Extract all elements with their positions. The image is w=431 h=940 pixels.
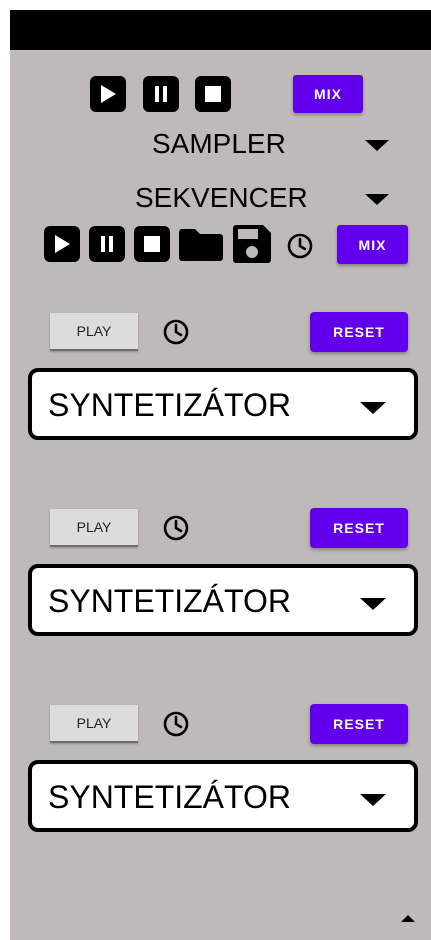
clock-icon[interactable]: [286, 232, 314, 260]
play-icon: [55, 235, 70, 253]
pause-icon: [101, 236, 113, 252]
chevron-down-icon: [360, 794, 386, 806]
synth-select-value: SYNTETIZÁTOR: [48, 583, 291, 619]
sequencer-dropdown-label: SEKVENCER: [135, 182, 308, 213]
sequencer-pause-button[interactable]: [89, 226, 125, 262]
chevron-down-icon: [365, 194, 389, 205]
synth-play-button[interactable]: PLAY: [50, 313, 138, 351]
app-window: MIX SAMPLER SEKVENCER MIX PLAY RESET SYN…: [10, 10, 431, 940]
sampler-pause-button[interactable]: [143, 76, 179, 112]
sequencer-mix-button[interactable]: MIX: [337, 225, 408, 264]
sampler-stop-button[interactable]: [195, 76, 231, 112]
synth-reset-button[interactable]: RESET: [310, 704, 408, 744]
sequencer-stop-button[interactable]: [134, 226, 170, 262]
synth-play-button[interactable]: PLAY: [50, 509, 138, 547]
synth-select[interactable]: SYNTETIZÁTOR: [28, 760, 418, 832]
sampler-dropdown-label: SAMPLER: [152, 128, 286, 159]
play-icon: [101, 85, 116, 103]
synth-select-value: SYNTETIZÁTOR: [48, 387, 291, 423]
status-bar: [10, 10, 431, 50]
stop-icon: [205, 86, 221, 102]
clock-icon[interactable]: [162, 710, 190, 738]
synth-play-button[interactable]: PLAY: [50, 705, 138, 743]
pause-icon: [155, 86, 167, 102]
scroll-up-icon[interactable]: [401, 915, 415, 922]
sampler-play-button[interactable]: [90, 76, 126, 112]
synth-select[interactable]: SYNTETIZÁTOR: [28, 368, 418, 440]
stop-icon: [144, 236, 160, 252]
synth-reset-button[interactable]: RESET: [310, 508, 408, 548]
sequencer-play-button[interactable]: [44, 226, 80, 262]
save-icon[interactable]: [232, 224, 272, 264]
chevron-down-icon: [360, 598, 386, 610]
synth-select[interactable]: SYNTETIZÁTOR: [28, 564, 418, 636]
clock-icon[interactable]: [162, 514, 190, 542]
clock-icon[interactable]: [162, 318, 190, 346]
sampler-mix-button[interactable]: MIX: [293, 75, 363, 113]
chevron-down-icon: [360, 402, 386, 414]
synth-select-value: SYNTETIZÁTOR: [48, 779, 291, 815]
folder-icon[interactable]: [178, 228, 224, 262]
synth-reset-button[interactable]: RESET: [310, 312, 408, 352]
chevron-down-icon: [365, 140, 389, 151]
